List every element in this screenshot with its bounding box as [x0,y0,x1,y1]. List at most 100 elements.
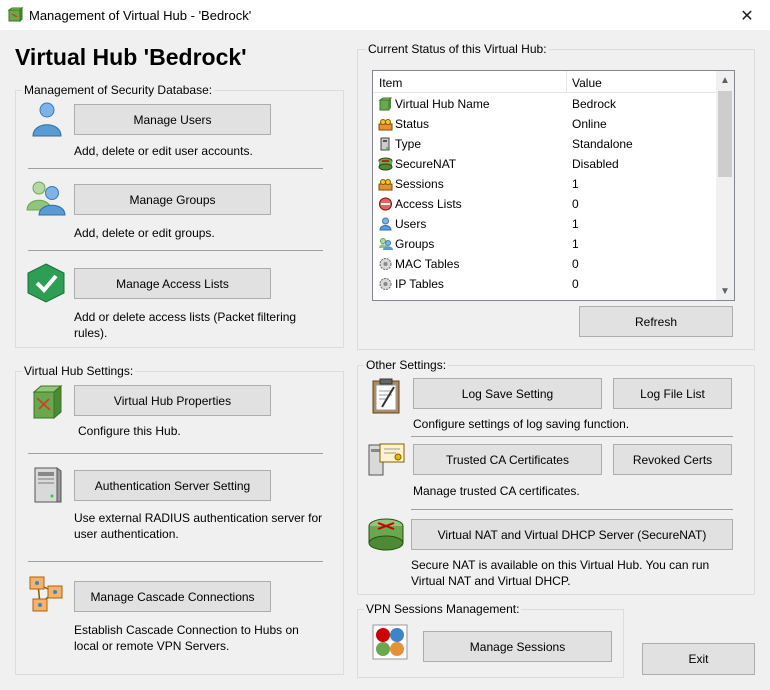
window-client: Virtual Hub 'Bedrock' Management of Secu… [0,31,770,690]
status-value: 1 [572,217,579,231]
auth-server-desc: Use external RADIUS authentication serve… [74,511,323,541]
status-row[interactable]: Status Online [373,114,717,134]
manage-access-lists-button[interactable]: Manage Access Lists [74,268,271,299]
log-desc: Configure settings of log saving functio… [413,417,630,431]
status-value: 0 [572,257,579,271]
security-db-label: Management of Security Database: [22,83,215,97]
other-settings-label: Other Settings: [364,358,449,372]
status-item: Virtual Hub Name [395,97,490,111]
ip-table-icon [379,278,392,290]
scroll-down-icon[interactable]: ▼ [716,282,734,300]
cascade-desc: Establish Cascade Connection to Hubs on … [74,623,299,653]
refresh-button[interactable]: Refresh [579,306,733,337]
manage-groups-button[interactable]: Manage Groups [74,184,271,215]
status-item: MAC Tables [395,257,460,271]
status-group: Current Status of this Virtual Hub: Item… [357,42,755,350]
status-value: 0 [572,277,579,291]
hub-properties-button[interactable]: Virtual Hub Properties [74,385,271,416]
log-file-list-button[interactable]: Log File List [613,378,732,409]
exit-button[interactable]: Exit [642,643,755,675]
sessions-icon [378,179,393,191]
app-icon [7,7,23,23]
certificate-server-icon [368,443,405,476]
status-row[interactable]: MAC Tables 0 [373,254,717,274]
close-icon: ✕ [740,7,754,25]
col-item-header[interactable]: Item [379,76,402,90]
column-divider [566,71,567,93]
vpn-sessions-label: VPN Sessions Management: [364,602,522,616]
manage-users-button[interactable]: Manage Users [74,104,271,135]
status-item: Users [395,217,427,231]
user-icon [379,217,392,231]
status-value: Online [572,117,607,131]
col-value-header[interactable]: Value [572,76,602,90]
hub-settings-label: Virtual Hub Settings: [22,364,136,378]
status-item: Type [395,137,422,151]
type-icon [380,137,390,151]
access-list-check-icon [27,263,65,303]
access-list-icon [379,197,392,211]
status-item: Sessions [395,177,444,191]
status-value: Standalone [572,137,633,151]
status-row[interactable]: SecureNAT Disabled [373,154,717,174]
divider [411,436,733,437]
user-icon [32,102,62,137]
divider [28,250,323,251]
status-value: Bedrock [572,97,617,111]
status-row[interactable]: Type Standalone [373,134,717,154]
mac-table-icon [379,258,392,270]
other-settings-group: Other Settings: Log Save Setting Log Fil… [357,358,755,595]
close-button[interactable]: ✕ [724,0,770,31]
security-db-group: Management of Security Database: Manage … [15,83,344,348]
divider [28,453,323,454]
divider [28,561,323,562]
page-title: Virtual Hub 'Bedrock' [15,44,247,70]
access-lists-desc: Add or delete access lists (Packet filte… [74,310,297,340]
manage-sessions-button[interactable]: Manage Sessions [423,631,612,662]
manage-users-desc: Add, delete or edit user accounts. [74,144,253,158]
hub-icon [378,97,393,111]
status-value: 0 [572,197,579,211]
auth-server-button[interactable]: Authentication Server Setting [74,470,271,501]
securenat-icon [378,157,393,171]
status-row[interactable]: Access Lists 0 [373,194,717,214]
scroll-thumb[interactable] [718,91,732,177]
status-value: 1 [572,237,579,251]
securenat-button[interactable]: Virtual NAT and Virtual DHCP Server (Sec… [411,519,733,550]
scroll-up-icon[interactable]: ▲ [716,71,734,89]
status-item: SecureNAT [395,157,457,171]
status-row[interactable]: IP Tables 0 [373,274,717,294]
status-value: 1 [572,177,579,191]
hub-properties-desc: Configure this Hub. [78,424,181,438]
status-row[interactable]: Users 1 [373,214,717,234]
status-item: Groups [395,237,435,251]
status-row[interactable]: Groups 1 [373,234,717,254]
securenat-router-icon [368,518,404,551]
status-list[interactable]: Item Value Virtual Hub Name Bedrock Stat… [372,70,735,301]
securenat-desc: Secure NAT is available on this Virtual … [411,558,710,588]
status-list-header: Item Value [373,71,717,93]
status-item: Status [395,117,430,131]
ca-desc: Manage trusted CA certificates. [413,484,580,498]
server-icon [34,467,62,503]
sessions-icon [372,624,408,660]
status-item: IP Tables [395,277,444,291]
trusted-ca-button[interactable]: Trusted CA Certificates [413,444,602,475]
manage-groups-desc: Add, delete or edit groups. [74,226,215,240]
status-row[interactable]: Sessions 1 [373,174,717,194]
clipboard-log-icon [372,378,400,414]
status-row[interactable]: Virtual Hub Name Bedrock [373,94,717,114]
group-icon [26,181,66,216]
status-icon [378,119,393,131]
divider [28,168,323,169]
log-save-setting-button[interactable]: Log Save Setting [413,378,602,409]
hub-properties-icon [32,384,63,420]
cascade-icon [29,576,63,612]
window-title: Management of Virtual Hub - 'Bedrock' [29,8,252,23]
status-list-scrollbar[interactable]: ▲ ▼ [716,71,734,300]
status-item: Access Lists [395,197,462,211]
cascade-button[interactable]: Manage Cascade Connections [74,581,271,612]
revoked-certs-button[interactable]: Revoked Certs [613,444,732,475]
vpn-sessions-group: VPN Sessions Management: Manage Sessions [357,602,624,678]
status-label: Current Status of this Virtual Hub: [366,42,549,56]
